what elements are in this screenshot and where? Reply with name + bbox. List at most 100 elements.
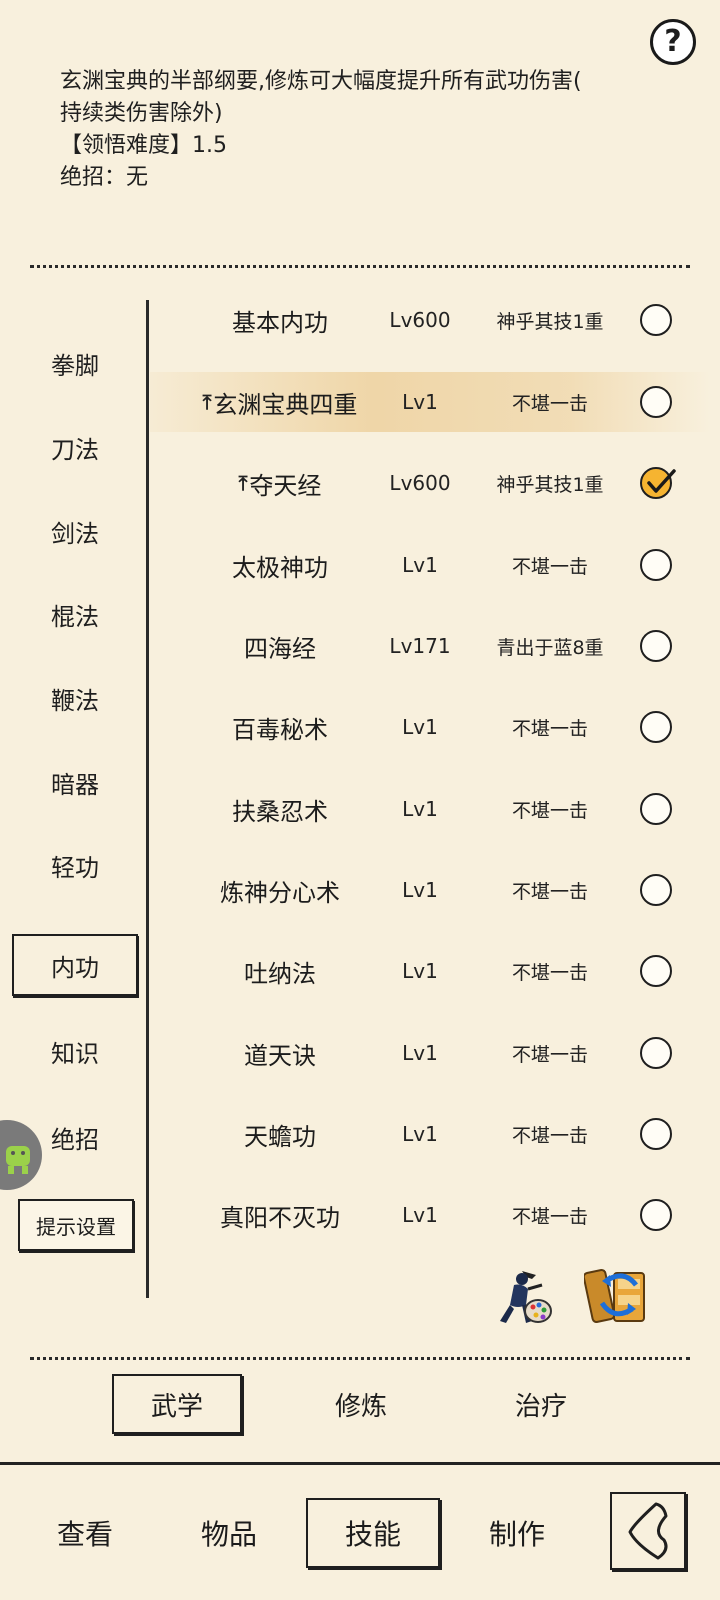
skill-row[interactable]: 炼神分心术 Lv1 不堪一击 [150, 860, 710, 920]
skill-name-cell: 基本内功 [160, 290, 400, 350]
paint-palette-icon[interactable] [492, 1265, 556, 1329]
skill-row[interactable]: 扶桑忍术 Lv1 不堪一击 [150, 779, 710, 839]
skill-name-cell: 吐纳法 [160, 941, 400, 1001]
nav-view[interactable]: 查看 [18, 1498, 152, 1568]
tip-settings-button[interactable]: 提示设置 [18, 1199, 134, 1251]
skill-select-checkbox[interactable] [640, 549, 672, 581]
skill-name: 道天诀 [244, 1041, 316, 1070]
nav-skills[interactable]: 技能 [306, 1498, 440, 1568]
skill-select-checkbox[interactable] [640, 1199, 672, 1231]
top-divider [30, 265, 690, 268]
category-label: 内功 [51, 953, 99, 982]
category-label: 鞭法 [51, 686, 99, 715]
nav-label: 物品 [200, 1518, 257, 1551]
nav-items[interactable]: 物品 [162, 1498, 296, 1568]
skill-row[interactable]: ⤒ 玄渊宝典四重 Lv1 不堪一击 [150, 372, 710, 432]
skill-level: Lv1 [402, 959, 438, 983]
tab-wuxue[interactable]: 武学 [112, 1374, 242, 1434]
category-bianfa[interactable]: 鞭法 [12, 667, 138, 729]
category-zhishi[interactable]: 知识 [12, 1020, 138, 1082]
skill-level: Lv600 [389, 471, 451, 495]
skill-row[interactable]: 四海经 Lv171 青出于蓝8重 [150, 616, 710, 676]
nav-label: 制作 [488, 1518, 545, 1551]
skill-select-checkbox[interactable] [640, 874, 672, 906]
skill-row[interactable]: 百毒秘术 Lv1 不堪一击 [150, 697, 710, 757]
category-jianfa[interactable]: 剑法 [12, 500, 138, 562]
question-icon: ? [664, 24, 682, 59]
description-line-2: 持续类伤害除外) [60, 101, 223, 126]
category-quanjiao[interactable]: 拳脚 [12, 332, 138, 394]
skill-rank: 不堪一击 [511, 880, 588, 903]
skill-name: 基本内功 [232, 308, 328, 337]
skill-level: Lv1 [402, 715, 438, 739]
back-button[interactable] [610, 1492, 686, 1570]
skill-level: Lv1 [402, 797, 438, 821]
skill-level: Lv1 [402, 1041, 438, 1065]
skill-rank: 不堪一击 [511, 799, 588, 822]
category-anqi[interactable]: 暗器 [12, 751, 138, 813]
swap-scroll-icon[interactable] [582, 1263, 654, 1329]
bottom-divider [30, 1357, 690, 1360]
skill-level: Lv1 [402, 553, 438, 577]
skill-description: 玄渊宝典的半部纲要,修炼可大幅度提升所有武功伤害( 持续类伤害除外) 【领悟难度… [60, 66, 670, 194]
help-button[interactable]: ? [650, 19, 696, 65]
skill-row[interactable]: 太极神功 Lv1 不堪一击 [150, 535, 710, 595]
skill-row[interactable]: 道天诀 Lv1 不堪一击 [150, 1023, 710, 1083]
skill-rank: 不堪一击 [511, 1205, 588, 1228]
vertical-divider [146, 300, 149, 1298]
skill-name-cell: 道天诀 [160, 1023, 400, 1083]
skill-rank: 青出于蓝8重 [496, 636, 604, 659]
skill-rank: 不堪一击 [511, 1043, 588, 1066]
skill-name: 太极神功 [232, 553, 328, 582]
skill-row[interactable]: ⤒ 夺天经 Lv600 神乎其技1重 [150, 453, 710, 513]
description-line-1: 玄渊宝典的半部纲要,修炼可大幅度提升所有武功伤害( [60, 69, 582, 94]
ultimate-text: 绝招：无 [60, 165, 149, 190]
skill-select-checkbox[interactable] [640, 955, 672, 987]
skill-select-checkbox[interactable] [640, 304, 672, 336]
skill-name: 吐纳法 [244, 959, 316, 988]
android-bug-icon[interactable] [0, 1120, 42, 1190]
tab-zhiliao[interactable]: 治疗 [476, 1374, 606, 1434]
tab-label: 武学 [150, 1391, 203, 1422]
skill-row[interactable]: 基本内功 Lv600 神乎其技1重 [150, 290, 710, 350]
skill-level: Lv600 [389, 308, 451, 332]
category-gunfa[interactable]: 棍法 [12, 583, 138, 645]
skill-row[interactable]: 真阳不灭功 Lv1 不堪一击 [150, 1185, 710, 1245]
upgrade-arrow-icon: ⤒ [238, 471, 248, 495]
nav-label: 技能 [344, 1518, 401, 1551]
skill-select-checkbox[interactable] [640, 1118, 672, 1150]
category-label: 棍法 [51, 602, 99, 631]
skill-rank: 不堪一击 [511, 392, 588, 415]
skill-name: 四海经 [244, 634, 316, 663]
nav-craft[interactable]: 制作 [450, 1498, 584, 1568]
skill-select-checkbox[interactable] [640, 711, 672, 743]
skill-level: Lv1 [402, 878, 438, 902]
skill-level: Lv1 [402, 1203, 438, 1227]
back-chevron-icon [628, 1502, 668, 1560]
category-daofa[interactable]: 刀法 [12, 416, 138, 478]
skill-name-cell: 天蟾功 [160, 1104, 400, 1164]
skill-rank: 不堪一击 [511, 555, 588, 578]
category-qinggong[interactable]: 轻功 [12, 834, 138, 896]
skill-select-checkbox[interactable] [640, 467, 676, 499]
skill-name-cell: 百毒秘术 [160, 697, 400, 757]
skill-select-checkbox[interactable] [640, 630, 672, 662]
tab-label: 修炼 [334, 1391, 387, 1422]
skill-row[interactable]: 天蟾功 Lv1 不堪一击 [150, 1104, 710, 1164]
skill-name-cell: 真阳不灭功 [160, 1185, 400, 1245]
skill-row[interactable]: 吐纳法 Lv1 不堪一击 [150, 941, 710, 1001]
tab-xiulian[interactable]: 修炼 [296, 1374, 426, 1434]
category-label: 绝招 [51, 1125, 99, 1154]
category-neigong[interactable]: 内功 [12, 934, 138, 996]
skill-select-checkbox[interactable] [640, 386, 672, 418]
skill-rank: 不堪一击 [511, 961, 588, 984]
skill-rank: 神乎其技1重 [496, 473, 604, 496]
skill-select-checkbox[interactable] [640, 793, 672, 825]
skill-rank: 不堪一击 [511, 1124, 588, 1147]
checkmark-icon [647, 469, 676, 493]
skill-name: 玄渊宝典四重 [213, 390, 358, 419]
skill-list[interactable]: 基本内功 Lv600 神乎其技1重 ⤒ 玄渊宝典四重 Lv1 不堪一击 ⤒ 夺天经 Lv600 神乎… [150, 288, 710, 1252]
skill-select-checkbox[interactable] [640, 1037, 672, 1069]
category-label: 刀法 [51, 435, 99, 464]
skill-name: 炼神分心术 [220, 878, 340, 907]
